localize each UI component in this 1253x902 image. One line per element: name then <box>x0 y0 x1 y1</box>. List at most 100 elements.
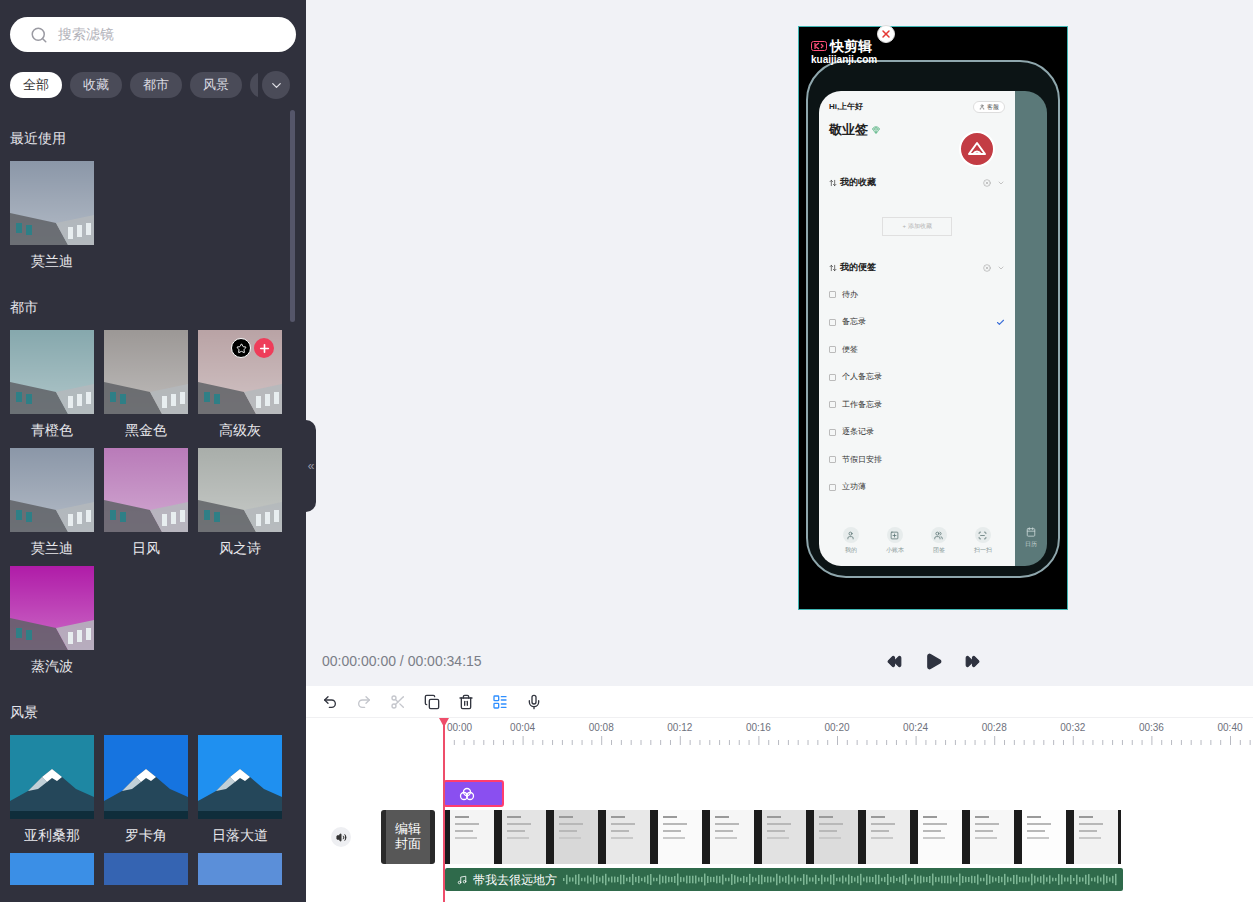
nav-item[interactable]: 我的 <box>843 527 859 554</box>
filter-item[interactable]: 风之诗 <box>198 448 282 558</box>
frame-line <box>871 816 885 818</box>
video-frame[interactable]: Hi,上午好客服敬业签我的收藏+ 添加收藏我的便签待办备忘录便签个人备忘录工作备… <box>798 26 1068 610</box>
mic-button[interactable] <box>526 694 542 710</box>
frame-line <box>1079 837 1101 839</box>
filter-item[interactable]: 莫兰迪 <box>10 448 94 558</box>
filter-thumbnail[interactable] <box>10 448 94 532</box>
star-icon <box>236 343 247 354</box>
note-item[interactable]: 立功薄 <box>829 474 1005 502</box>
filter-thumbnail[interactable] <box>104 330 188 414</box>
note-item[interactable]: 逐条记录 <box>829 419 1005 447</box>
filter-thumbnail[interactable] <box>104 735 188 819</box>
category-tab[interactable]: 风景 <box>190 72 242 98</box>
redo-button[interactable] <box>356 694 372 710</box>
filter-list[interactable]: 最近使用莫兰迪都市青橙色黑金色高级灰莫兰迪日风风之诗蒸汽波风景亚利桑那罗卡角日落… <box>0 110 306 885</box>
service-button[interactable]: 客服 <box>973 101 1005 113</box>
rewind-icon[interactable] <box>887 654 902 669</box>
favorite-button[interactable] <box>231 338 251 358</box>
filter-section: 最近使用莫兰迪 <box>10 128 306 271</box>
filter-thumbnail[interactable] <box>198 448 282 532</box>
frame-content <box>502 810 546 864</box>
filter-thumbnail[interactable] <box>10 566 94 650</box>
filter-section: 都市青橙色黑金色高级灰莫兰迪日风风之诗蒸汽波 <box>10 297 306 676</box>
filter-item[interactable] <box>198 853 282 885</box>
filter-item[interactable]: 亚利桑那 <box>10 735 94 845</box>
nav-item[interactable]: 扫一扫 <box>974 527 992 554</box>
filter-clip[interactable] <box>443 780 504 807</box>
note-item[interactable]: 个人备忘录 <box>829 364 1005 392</box>
add-button[interactable] <box>254 338 274 358</box>
note-item[interactable]: 便签 <box>829 336 1005 364</box>
filter-thumbnail[interactable] <box>198 330 282 414</box>
collapse-handle[interactable]: « <box>306 420 316 512</box>
filter-item[interactable] <box>104 853 188 885</box>
fast-forward-icon[interactable] <box>965 654 980 669</box>
frame-line <box>611 823 635 825</box>
filter-item[interactable]: 日风 <box>104 448 188 558</box>
filter-item[interactable]: 莫兰迪 <box>10 161 94 271</box>
copy-button[interactable] <box>424 694 440 710</box>
filter-item[interactable]: 日落大道 <box>198 735 282 845</box>
filter-item[interactable]: 蒸汽波 <box>10 566 94 676</box>
playhead-handle[interactable] <box>439 718 449 727</box>
note-item[interactable]: 备忘录 <box>829 309 1005 337</box>
filter-thumbnail[interactable] <box>10 853 94 885</box>
note-item[interactable]: 待办 <box>829 281 1005 309</box>
frame-line <box>663 823 687 825</box>
frame-line <box>975 837 997 839</box>
plus-icon <box>258 342 271 355</box>
filter-item[interactable]: 罗卡角 <box>104 735 188 845</box>
note-item[interactable]: 工作备忘录 <box>829 391 1005 419</box>
category-tab[interactable]: 全部 <box>10 72 62 98</box>
filter-thumbnail[interactable] <box>104 448 188 532</box>
filter-thumbnail[interactable] <box>198 735 282 819</box>
filter-thumbnail[interactable] <box>10 735 94 819</box>
user-icon <box>979 104 985 110</box>
scrollbar-thumb[interactable] <box>290 110 295 322</box>
edit-cover-button[interactable]: 编辑封面 <box>381 810 435 864</box>
category-tab[interactable] <box>250 72 258 98</box>
filter-thumbnail[interactable] <box>104 853 188 885</box>
frame-line <box>507 816 521 818</box>
note-item[interactable]: 节假日安排 <box>829 446 1005 474</box>
ruler-label: 00:28 <box>982 722 1007 734</box>
filter-item[interactable] <box>10 853 94 885</box>
audio-clip[interactable]: 带我去很远地方 <box>445 868 1123 891</box>
filter-item[interactable]: 青橙色 <box>10 330 94 440</box>
filter-thumbnail[interactable] <box>10 330 94 414</box>
filter-name: 罗卡角 <box>104 825 188 845</box>
redo-icon <box>356 694 372 710</box>
filter-grid: 亚利桑那罗卡角日落大道 <box>10 735 306 885</box>
note-checkbox <box>829 319 836 326</box>
play-icon[interactable] <box>924 652 943 671</box>
remove-button[interactable] <box>877 25 895 43</box>
search-box[interactable]: 搜索滤镜 <box>10 17 296 52</box>
playhead[interactable] <box>443 719 445 902</box>
nav-item[interactable]: 小账本 <box>886 527 904 554</box>
notes-title: 我的便签 <box>829 261 876 275</box>
mountain-icon <box>198 735 282 819</box>
edit-cover-label: 编辑封面 <box>394 822 421 852</box>
delete-button[interactable] <box>458 694 474 710</box>
frame-line <box>559 837 581 839</box>
time-ruler[interactable]: 00:0000:0400:0800:1200:1600:2000:2400:28… <box>444 719 1253 745</box>
nav-item[interactable]: 团签 <box>931 527 947 554</box>
frame-line <box>923 837 945 839</box>
more-categories-button[interactable] <box>262 71 290 99</box>
category-tab[interactable]: 都市 <box>130 72 182 98</box>
filter-thumbnail[interactable] <box>198 853 282 885</box>
filter-thumbnail[interactable] <box>10 161 94 245</box>
app-header: Hi,上午好客服 <box>829 101 1005 113</box>
filter-item[interactable]: 黑金色 <box>104 330 188 440</box>
add-favorite-button[interactable]: + 添加收藏 <box>882 217 952 236</box>
category-tab[interactable]: 收藏 <box>70 72 122 98</box>
track-mute-button[interactable] <box>331 827 351 847</box>
frame-line <box>923 816 937 818</box>
cut-button[interactable] <box>390 694 406 710</box>
note-checkbox <box>829 429 836 436</box>
undo-button[interactable] <box>322 694 338 710</box>
frame-content <box>1074 810 1118 864</box>
video-clip[interactable] <box>445 810 1124 864</box>
layout-button[interactable] <box>492 694 508 710</box>
filter-item[interactable]: 高级灰 <box>198 330 282 440</box>
